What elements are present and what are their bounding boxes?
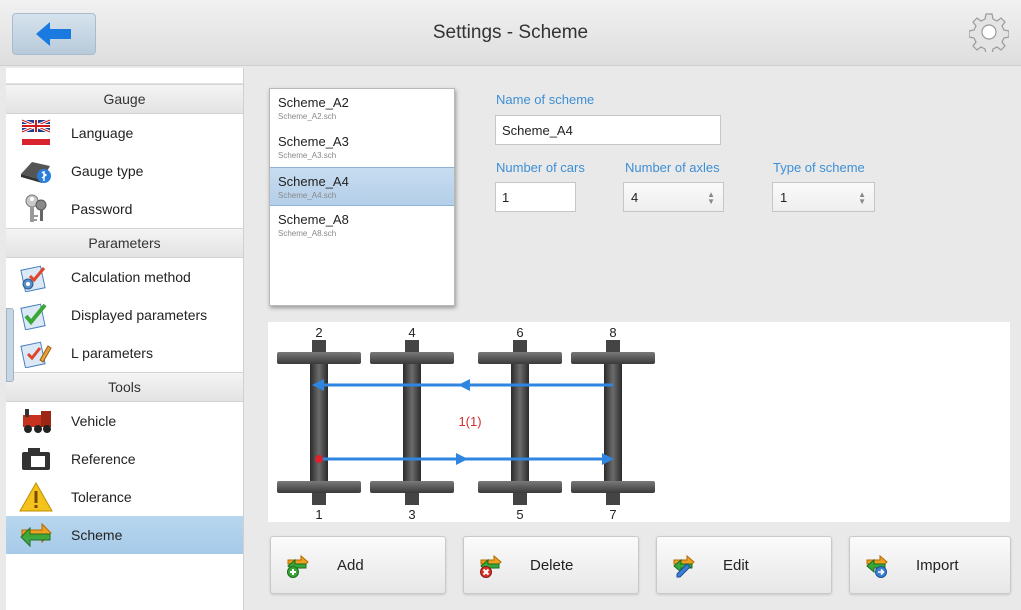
axle-4 <box>571 340 655 505</box>
spinner-icon: ▲ ▼ <box>707 190 715 206</box>
type-of-scheme-value: 1 <box>780 189 788 205</box>
scheme-file: Scheme_A4.sch <box>278 191 337 200</box>
axle-diagram-svg: 2 4 6 8 1 3 5 7 1(1) <box>277 325 655 522</box>
number-of-cars-label: Number of cars <box>496 160 585 175</box>
sidebar-item-language[interactable]: Language <box>6 114 243 152</box>
sidebar-item-l-parameters[interactable]: L parameters <box>6 334 243 372</box>
gear-icon[interactable] <box>969 12 1009 52</box>
scheme-name-input[interactable] <box>495 115 721 145</box>
section-tools: Tools <box>6 372 243 402</box>
settings-sidebar: Gauge Language Gauge type Password Param… <box>6 68 244 610</box>
scheme-name: Scheme_A8 <box>278 212 349 227</box>
sidebar-item-displayed-parameters[interactable]: Displayed parameters <box>6 296 243 334</box>
edit-button[interactable]: Edit <box>656 536 832 594</box>
sidebar-item-reference[interactable]: Reference <box>6 440 243 478</box>
spinner-icon: ▲ ▼ <box>858 190 866 206</box>
axle-3 <box>478 340 562 505</box>
checklist-icon <box>18 300 54 330</box>
import-scheme-icon <box>866 554 888 578</box>
sidebar-item-scheme[interactable]: Scheme <box>6 516 243 554</box>
delete-scheme-icon <box>480 554 502 578</box>
measure-arrow-top <box>312 379 613 391</box>
axle-2 <box>370 340 454 505</box>
add-scheme-icon <box>287 554 309 578</box>
axle-number-bottom: 7 <box>609 507 616 522</box>
edit-scheme-icon <box>673 554 695 578</box>
car-label: 1(1) <box>458 414 481 429</box>
sidebar-item-label: Reference <box>71 451 136 467</box>
import-button[interactable]: Import <box>849 536 1011 594</box>
section-gauge: Gauge <box>6 84 243 114</box>
type-of-scheme-select[interactable]: 1 ▲ ▼ <box>772 182 875 212</box>
sidebar-item-calculation-method[interactable]: Calculation method <box>6 258 243 296</box>
keys-icon <box>18 194 54 224</box>
sidebar-drag-handle[interactable] <box>6 308 14 382</box>
scheme-file: Scheme_A8.sch <box>278 229 337 238</box>
name-of-scheme-label: Name of scheme <box>496 92 595 107</box>
scheme-name: Scheme_A4 <box>278 174 349 189</box>
page-title: Settings - Scheme <box>432 22 589 43</box>
sidebar-item-password[interactable]: Password <box>6 190 243 228</box>
section-parameters: Parameters <box>6 228 243 258</box>
scheme-list-item-selected[interactable]: Scheme_A4 Scheme_A4.sch <box>270 167 454 206</box>
axle-1 <box>277 340 361 505</box>
axle-number-top: 2 <box>315 325 322 340</box>
sidebar-item-gauge-type[interactable]: Gauge type <box>6 152 243 190</box>
delete-button[interactable]: Delete <box>463 536 639 594</box>
number-of-axles-value: 4 <box>631 189 639 205</box>
add-button-label: Add <box>337 556 364 574</box>
measure-arrow-bottom <box>315 453 614 465</box>
scheme-name: Scheme_A2 <box>278 95 349 110</box>
axle-number-top: 4 <box>408 325 415 340</box>
scheme-file: Scheme_A3.sch <box>278 151 337 160</box>
sidebar-item-label: Displayed parameters <box>71 307 208 323</box>
checklist-pencil-icon <box>18 338 54 368</box>
reference-icon <box>18 444 54 474</box>
axle-number-top: 6 <box>516 325 523 340</box>
scheme-name: Scheme_A3 <box>278 134 349 149</box>
number-of-axles-select[interactable]: 4 ▲ ▼ <box>623 182 724 212</box>
flag-icon <box>18 118 54 148</box>
axle-number-bottom: 5 <box>516 507 523 522</box>
add-button[interactable]: Add <box>270 536 446 594</box>
scheme-arrows-icon <box>18 520 54 550</box>
type-of-scheme-label: Type of scheme <box>773 160 865 175</box>
scheme-list-item[interactable]: Scheme_A2 Scheme_A2.sch <box>270 89 454 128</box>
sidebar-item-tolerance[interactable]: Tolerance <box>6 478 243 516</box>
sidebar-item-vehicle[interactable]: Vehicle <box>6 402 243 440</box>
sidebar-top-spacer <box>6 68 243 84</box>
scheme-list: Scheme_A2 Scheme_A2.sch Scheme_A3 Scheme… <box>269 88 455 306</box>
axle-number-bottom: 1 <box>315 507 322 522</box>
scheme-file: Scheme_A2.sch <box>278 112 337 121</box>
import-button-label: Import <box>916 556 959 574</box>
sidebar-item-label: Gauge type <box>71 163 144 179</box>
sidebar-item-label: Language <box>71 125 134 141</box>
scheme-list-item[interactable]: Scheme_A3 Scheme_A3.sch <box>270 128 454 167</box>
sidebar-item-label: Password <box>71 201 133 217</box>
scheme-diagram: 2 4 6 8 1 3 5 7 1(1) <box>268 322 1010 522</box>
sidebar-item-label: Scheme <box>71 527 123 543</box>
warning-icon <box>18 482 54 512</box>
scheme-list-item[interactable]: Scheme_A8 Scheme_A8.sch <box>270 206 454 245</box>
edit-button-label: Edit <box>723 556 749 574</box>
locomotive-icon <box>18 406 54 436</box>
device-icon <box>18 156 54 186</box>
sidebar-item-label: L parameters <box>71 345 153 361</box>
axle-number-bottom: 3 <box>408 507 415 522</box>
axle-number-top: 8 <box>609 325 616 340</box>
number-of-axles-label: Number of axles <box>625 160 720 175</box>
delete-button-label: Delete <box>530 556 574 574</box>
sidebar-item-label: Tolerance <box>71 489 132 505</box>
checklist-gear-icon <box>18 262 54 292</box>
sidebar-item-label: Calculation method <box>71 269 191 285</box>
sidebar-item-label: Vehicle <box>71 413 117 429</box>
title-bar: Settings - Scheme <box>0 0 1021 66</box>
number-of-cars-input[interactable] <box>495 182 576 212</box>
